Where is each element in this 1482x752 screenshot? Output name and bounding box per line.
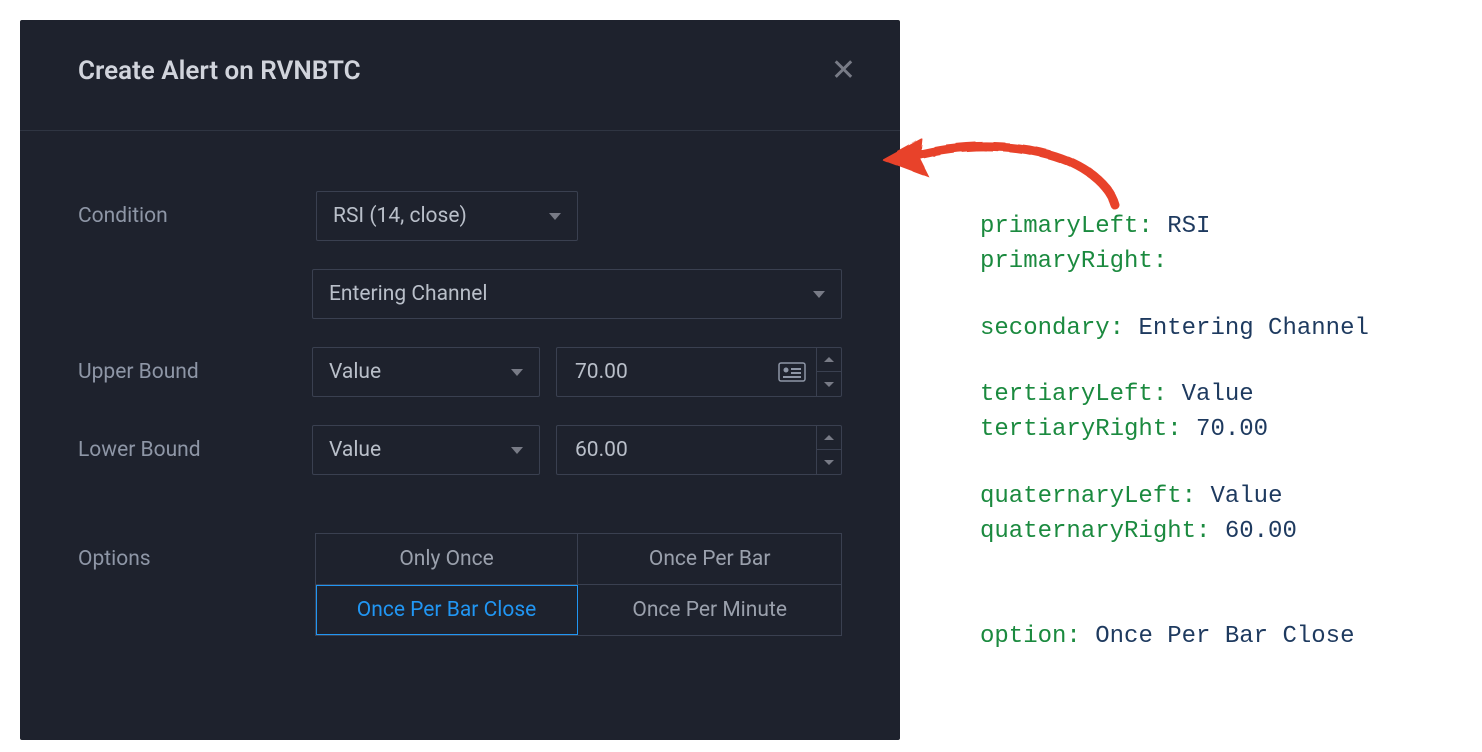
annotation-value: Value: [1210, 483, 1282, 510]
lower-bound-right: [816, 426, 841, 474]
chevron-down-icon: [549, 213, 561, 220]
close-button[interactable]: ✕: [827, 52, 860, 90]
annotation-value: Once Per Bar Close: [1095, 623, 1354, 650]
annotation-key: primaryLeft:: [980, 213, 1153, 240]
annotation-value: Value: [1182, 381, 1254, 408]
lower-bound-increment[interactable]: [817, 426, 841, 450]
annotation-primary-right: primaryRight:: [980, 245, 1369, 280]
lower-bound-label: Lower Bound: [78, 438, 312, 462]
annotation-value: Entering Channel: [1138, 315, 1368, 342]
options-row: Options Only Once Once Per Bar Once Per …: [78, 533, 842, 636]
upper-bound-right: [778, 348, 841, 396]
annotation-key: primaryRight:: [980, 248, 1167, 275]
chevron-down-icon: [824, 382, 834, 387]
dialog-title: Create Alert on RVNBTC: [78, 56, 361, 86]
lower-bound-type-value: Value: [329, 438, 381, 462]
options-grid: Only Once Once Per Bar Once Per Bar Clos…: [315, 533, 842, 636]
lower-bound-decrement[interactable]: [817, 450, 841, 474]
option-only-once[interactable]: Only Once: [316, 534, 579, 585]
upper-bound-controls: Value 70.00: [312, 347, 842, 397]
annotation-quaternary-group: quaternaryLeft: Value quaternaryRight: 6…: [980, 480, 1369, 550]
lower-bound-controls: Value 60.00: [312, 425, 842, 475]
lower-bound-value-input[interactable]: 60.00: [556, 425, 842, 475]
dialog-body: Condition RSI (14, close) Entering Chann…: [20, 131, 900, 694]
annotation-tertiary-right: tertiaryRight: 70.00: [980, 413, 1369, 448]
lower-bound-type-dropdown[interactable]: Value: [312, 425, 540, 475]
annotation-option: option: Once Per Bar Close: [980, 620, 1369, 655]
annotation-secondary-group: secondary: Entering Channel: [980, 312, 1369, 347]
close-icon: ✕: [831, 53, 856, 88]
upper-bound-spinner: [816, 348, 841, 396]
option-once-per-bar[interactable]: Once Per Bar: [578, 534, 841, 585]
condition-label: Condition: [78, 204, 316, 228]
annotation-primary-left: primaryLeft: RSI: [980, 210, 1369, 245]
annotation-value: 70.00: [1196, 416, 1268, 443]
dialog-header: Create Alert on RVNBTC ✕: [20, 20, 900, 131]
annotation-key: option:: [980, 623, 1081, 650]
annotation-tertiary-left: tertiaryLeft: Value: [980, 378, 1369, 413]
annotation-value: RSI: [1167, 213, 1210, 240]
condition-controls: RSI (14, close): [316, 191, 842, 241]
create-alert-dialog: Create Alert on RVNBTC ✕ Condition RSI (…: [20, 20, 900, 740]
annotation-key: secondary:: [980, 315, 1124, 342]
upper-bound-decrement[interactable]: [817, 372, 841, 396]
upper-bound-label: Upper Bound: [78, 360, 312, 384]
condition-primary-dropdown[interactable]: RSI (14, close): [316, 191, 578, 241]
lower-bound-row: Lower Bound Value 60.00: [78, 425, 842, 475]
upper-bound-row: Upper Bound Value 70.00: [78, 347, 842, 397]
upper-bound-type-dropdown[interactable]: Value: [312, 347, 540, 397]
annotation-key: tertiaryLeft:: [980, 381, 1167, 408]
chevron-down-icon: [824, 460, 834, 465]
condition-primary-value: RSI (14, close): [333, 204, 467, 228]
card-icon: [778, 362, 806, 382]
lower-bound-spinner: [816, 426, 841, 474]
chevron-up-icon: [824, 357, 834, 362]
annotation-arrow-icon: [870, 110, 1130, 220]
chevron-up-icon: [824, 435, 834, 440]
condition-secondary-controls: Entering Channel: [312, 269, 842, 319]
annotation-quaternary-left: quaternaryLeft: Value: [980, 480, 1369, 515]
condition-row: Condition RSI (14, close): [78, 191, 842, 241]
annotation-tertiary-group: tertiaryLeft: Value tertiaryRight: 70.00: [980, 378, 1369, 448]
upper-bound-value: 70.00: [575, 350, 628, 394]
annotation-quaternary-right: quaternaryRight: 60.00: [980, 515, 1369, 550]
lower-bound-value: 60.00: [575, 428, 628, 472]
annotation-value: 60.00: [1225, 518, 1297, 545]
option-once-per-minute[interactable]: Once Per Minute: [578, 585, 841, 635]
chevron-down-icon: [813, 291, 825, 298]
option-once-per-bar-close[interactable]: Once Per Bar Close: [316, 585, 579, 635]
upper-bound-increment[interactable]: [817, 348, 841, 372]
chevron-down-icon: [511, 447, 523, 454]
chevron-down-icon: [511, 369, 523, 376]
upper-bound-value-input[interactable]: 70.00: [556, 347, 842, 397]
annotation-secondary: secondary: Entering Channel: [980, 312, 1369, 347]
condition-secondary-dropdown[interactable]: Entering Channel: [312, 269, 842, 319]
annotation-primary-group: primaryLeft: RSI primaryRight:: [980, 210, 1369, 280]
condition-secondary-value: Entering Channel: [329, 282, 487, 306]
annotation-option-group: option: Once Per Bar Close: [980, 620, 1369, 655]
annotation-key: tertiaryRight:: [980, 416, 1182, 443]
upper-bound-type-value: Value: [329, 360, 381, 384]
annotation-panel: primaryLeft: RSI primaryRight: secondary…: [980, 210, 1369, 654]
options-label: Options: [78, 533, 315, 571]
condition-secondary-row: Entering Channel: [78, 269, 842, 319]
annotation-key: quaternaryLeft:: [980, 483, 1196, 510]
annotation-key: quaternaryRight:: [980, 518, 1210, 545]
